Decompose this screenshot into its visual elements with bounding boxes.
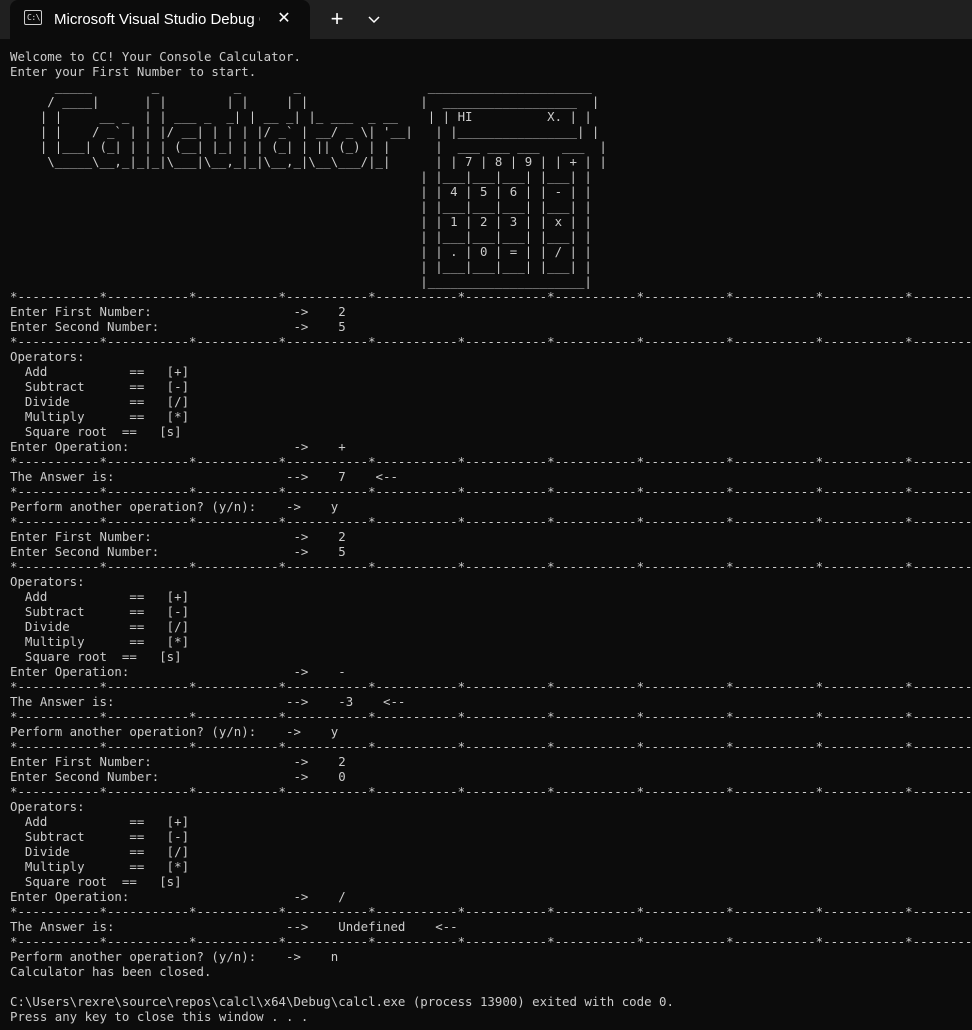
console-line: *-----------*-----------*-----------*---… xyxy=(10,334,972,349)
console-line: C:\Users\rexre\source\repos\calcl\x64\De… xyxy=(10,994,674,1009)
console-line: Enter First Number: -> 2 xyxy=(10,754,346,769)
console-line: Subtract == [-] xyxy=(10,604,190,619)
console-line: _____ _ _ _ ______________________ xyxy=(10,79,592,94)
console-app-icon-label: C:\ xyxy=(27,13,40,22)
console-line: *-----------*-----------*-----------*---… xyxy=(10,454,972,469)
console-line: *-----------*-----------*-----------*---… xyxy=(10,679,972,694)
console-line: | |___|___|___| |___| | xyxy=(10,259,592,274)
tab-debug-console[interactable]: C:\ Microsoft Visual Studio Debug Consol… xyxy=(10,0,310,39)
console-line: Perform another operation? (y/n): -> y xyxy=(10,724,339,739)
tab-title: Microsoft Visual Studio Debug Console xyxy=(54,11,260,28)
console-line: Enter your First Number to start. xyxy=(10,64,257,79)
console-line: The Answer is: --> 7 <-- xyxy=(10,469,398,484)
console-line: *-----------*-----------*-----------*---… xyxy=(10,709,972,724)
console-line: Enter First Number: -> 2 xyxy=(10,529,346,544)
console-line: | | . | 0 | = | | / | | xyxy=(10,244,592,259)
console-line: Enter Second Number: -> 0 xyxy=(10,769,346,784)
console-line: Welcome to CC! Your Console Calculator. xyxy=(10,49,301,64)
console-line: Square root == [s] xyxy=(10,649,182,664)
new-tab-button[interactable]: + xyxy=(326,8,348,30)
console-line: *-----------*-----------*-----------*---… xyxy=(10,289,972,304)
console-line: Operators: xyxy=(10,799,85,814)
console-line: Operators: xyxy=(10,349,85,364)
console-line: *-----------*-----------*-----------*---… xyxy=(10,739,972,754)
console-line: *-----------*-----------*-----------*---… xyxy=(10,784,972,799)
console-line: / ____| | | | | | | | __________________… xyxy=(10,94,600,109)
console-line: Multiply == [*] xyxy=(10,859,190,874)
console-line: Multiply == [*] xyxy=(10,409,190,424)
console-line: Press any key to close this window . . . xyxy=(10,1009,309,1024)
close-icon[interactable]: ✕ xyxy=(274,9,294,29)
title-bar: C:\ Microsoft Visual Studio Debug Consol… xyxy=(0,0,972,39)
console-line: Square root == [s] xyxy=(10,874,182,889)
console-app-icon: C:\ xyxy=(24,10,42,25)
console-line: Divide == [/] xyxy=(10,394,190,409)
console-line: Square root == [s] xyxy=(10,424,182,439)
console-line: Enter Operation: -> + xyxy=(10,439,346,454)
console-line: Enter First Number: -> 2 xyxy=(10,304,346,319)
console-line: | | 4 | 5 | 6 | | - | | xyxy=(10,184,592,199)
console-line: The Answer is: --> -3 <-- xyxy=(10,694,406,709)
console-line: | |___|___|___| |___| | xyxy=(10,169,592,184)
console-line: *-----------*-----------*-----------*---… xyxy=(10,934,972,949)
console-line: *-----------*-----------*-----------*---… xyxy=(10,904,972,919)
console-line: Divide == [/] xyxy=(10,619,190,634)
console-line: Calculator has been closed. xyxy=(10,964,212,979)
console-line: | |___|___|___| |___| | xyxy=(10,229,592,244)
console-output: Welcome to CC! Your Console Calculator. E… xyxy=(10,49,972,1024)
console-line: Enter Second Number: -> 5 xyxy=(10,319,346,334)
console-line: | | 1 | 2 | 3 | | x | | xyxy=(10,214,592,229)
console-line: *-----------*-----------*-----------*---… xyxy=(10,559,972,574)
console-line: | | / _` | | |/ __| | | | |/ _` | __/ _ … xyxy=(10,124,600,139)
console-line: Add == [+] xyxy=(10,814,190,829)
console-line: | |___| (_| | | | (__| |_| | | (_| | || … xyxy=(10,139,607,154)
console-line: Perform another operation? (y/n): -> y xyxy=(10,499,339,514)
console-line: Add == [+] xyxy=(10,589,190,604)
console-line: Enter Second Number: -> 5 xyxy=(10,544,346,559)
console-line: |_____________________| xyxy=(10,274,592,289)
console-line: The Answer is: --> Undefined <-- xyxy=(10,919,458,934)
console-line: Subtract == [-] xyxy=(10,829,190,844)
console-line: Perform another operation? (y/n): -> n xyxy=(10,949,339,964)
console-line: Operators: xyxy=(10,574,85,589)
console-line: *-----------*-----------*-----------*---… xyxy=(10,514,972,529)
console-line: *-----------*-----------*-----------*---… xyxy=(10,484,972,499)
console-line: Multiply == [*] xyxy=(10,634,190,649)
console-line: Add == [+] xyxy=(10,364,190,379)
chevron-down-icon[interactable] xyxy=(364,9,384,29)
console-line: Enter Operation: -> - xyxy=(10,664,346,679)
console-line: Enter Operation: -> / xyxy=(10,889,346,904)
console-line: Subtract == [-] xyxy=(10,379,190,394)
console-line: Divide == [/] xyxy=(10,844,190,859)
console-line: \_____\__,_|_|_|\___|\__,_|_|\__,_|\__\_… xyxy=(10,154,607,169)
console-line: | | __ _ | | ___ _ _| | __ _| |_ ___ _ _… xyxy=(10,109,592,124)
console-line: | |___|___|___| |___| | xyxy=(10,199,592,214)
